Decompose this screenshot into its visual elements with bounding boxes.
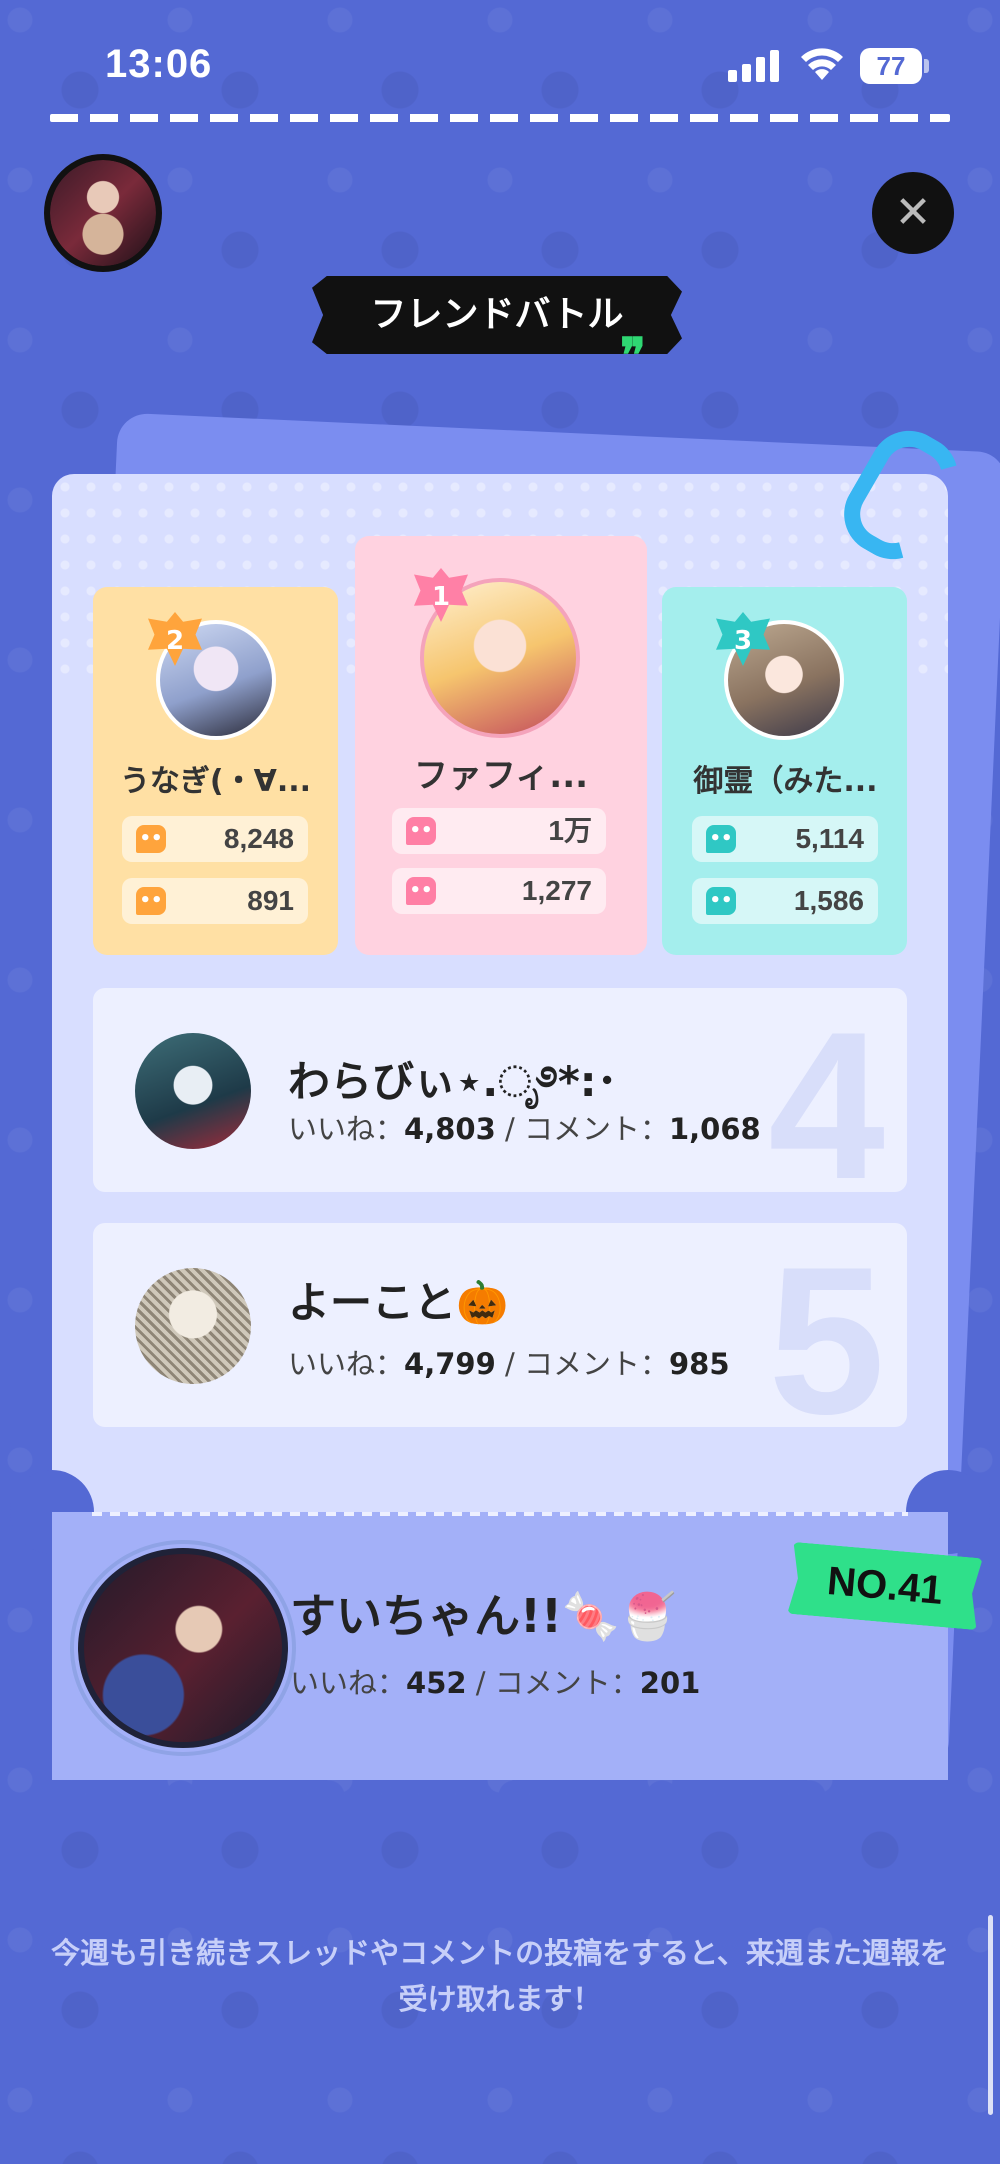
close-icon: ✕ — [894, 187, 932, 238]
battery-icon: 77 — [860, 48, 930, 84]
footer-note: 今週も引き続きスレッドやコメントの投稿をすると、来週また週報を受け取れます！ — [51, 1936, 949, 2016]
row-rank-number: 4 — [768, 988, 885, 1193]
status-bar: 13:06 77 — [0, 0, 1000, 120]
podium-name: ファフィ... — [413, 756, 589, 796]
like-icon: •• — [706, 825, 736, 853]
my-stats: いいね：452 / コメント：201 — [290, 1666, 701, 1700]
user-avatar[interactable] — [44, 154, 162, 272]
avatar[interactable] — [135, 1033, 251, 1149]
likes-stat: •• 5,114 — [692, 816, 878, 862]
comments-stat: •• 1,586 — [692, 878, 878, 924]
row-name: よーこと🎃 — [288, 1278, 509, 1327]
ticket-edge — [52, 1766, 948, 1796]
status-time: 13:06 — [105, 42, 213, 86]
scrollbar[interactable] — [988, 1915, 993, 2115]
like-icon: •• — [406, 817, 436, 845]
signal-icon — [728, 50, 782, 82]
comments-stat: •• 891 — [122, 878, 308, 924]
avatar[interactable] — [135, 1268, 251, 1384]
comments-stat: •• 1,277 — [392, 868, 606, 914]
close-button[interactable]: ✕ — [872, 172, 954, 254]
quote-icon: ❞ — [620, 328, 646, 384]
battery-level: 77 — [876, 51, 906, 81]
my-name: すいちゃん!!🍬🍧 — [290, 1589, 677, 1643]
podium-name: 御霊（みた... — [693, 764, 878, 799]
comment-icon: •• — [706, 887, 736, 915]
row-stats: いいね：4,803 / コメント：1,068 — [288, 1112, 761, 1146]
ranking-row-4[interactable]: 4 わらびぃ⋆.ೃ࿔*:･ いいね：4,803 / コメント：1,068 — [93, 988, 907, 1192]
like-icon: •• — [136, 825, 166, 853]
ranking-row-5[interactable]: 5 よーこと🎃 いいね：4,799 / コメント：985 — [93, 1223, 907, 1427]
row-rank-number: 5 — [768, 1223, 885, 1428]
podium-name: うなぎ(・∀... — [119, 764, 312, 799]
my-avatar[interactable] — [78, 1548, 288, 1748]
comment-icon: •• — [406, 877, 436, 905]
comment-icon: •• — [136, 887, 166, 915]
dashed-divider — [50, 114, 950, 122]
likes-stat: •• 8,248 — [122, 816, 308, 862]
row-stats: いいね：4,799 / コメント：985 — [288, 1347, 730, 1381]
wifi-icon — [801, 48, 843, 80]
likes-stat: •• 1万 — [392, 808, 606, 854]
